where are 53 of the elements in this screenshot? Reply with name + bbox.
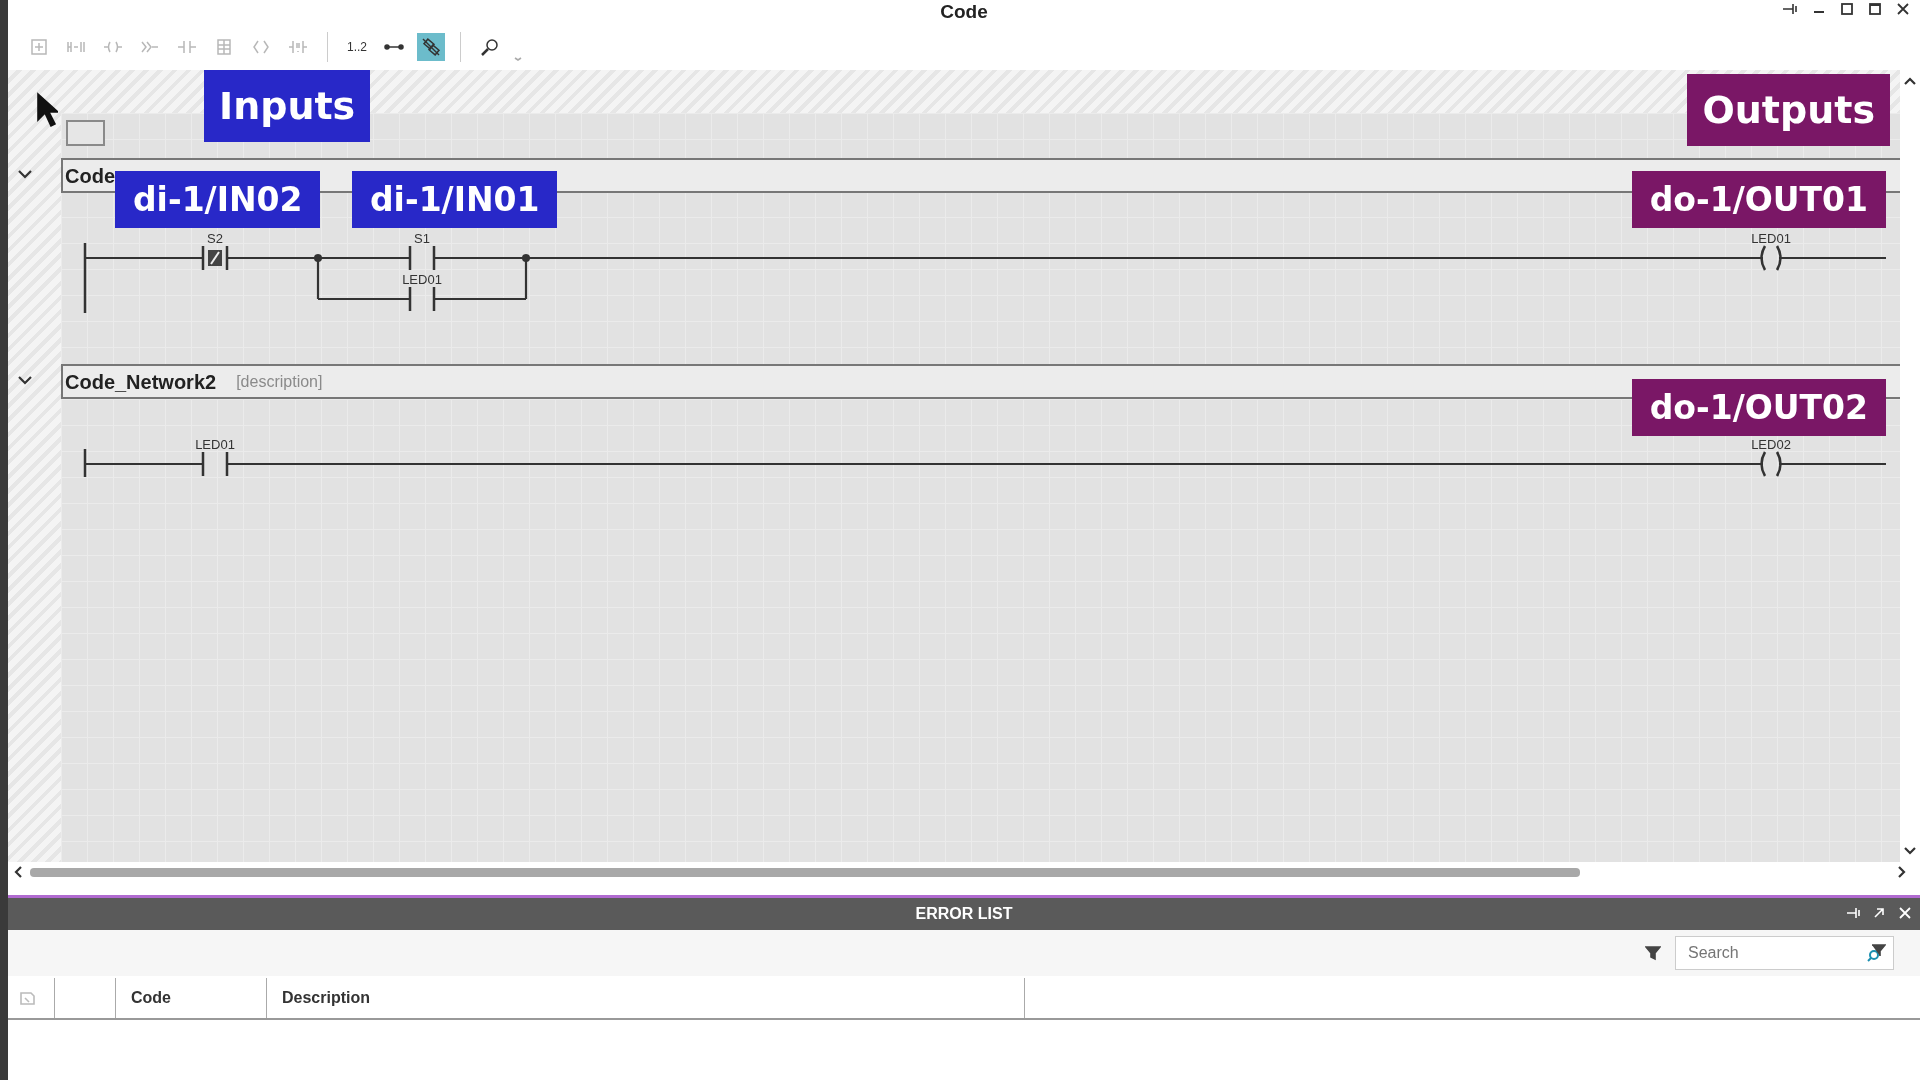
mouse-cursor-icon bbox=[36, 92, 58, 128]
diagonal-tool-button[interactable] bbox=[417, 33, 445, 61]
close-icon[interactable] bbox=[1896, 2, 1910, 16]
normally-open-contact[interactable] bbox=[201, 450, 229, 478]
collapse-chevron-icon[interactable] bbox=[17, 374, 33, 386]
scroll-left-icon[interactable] bbox=[14, 865, 24, 879]
scroll-down-icon[interactable] bbox=[1903, 846, 1917, 856]
filter-icon[interactable] bbox=[1645, 945, 1661, 961]
error-type-icon bbox=[18, 989, 36, 1007]
window-title: Code bbox=[940, 0, 988, 24]
element-label: LED01 bbox=[195, 437, 235, 452]
search-filter-icon[interactable] bbox=[1866, 943, 1886, 963]
section-label: Outputs bbox=[1687, 74, 1890, 146]
scrollbar-thumb[interactable] bbox=[30, 867, 1580, 877]
element-label: LED02 bbox=[1751, 437, 1791, 452]
network-name: Code bbox=[65, 163, 115, 189]
normally-closed-contact[interactable] bbox=[201, 244, 229, 272]
coil-symbol[interactable] bbox=[1760, 244, 1782, 272]
column-header[interactable]: Description bbox=[267, 978, 1025, 1018]
element-label: S1 bbox=[414, 231, 430, 246]
selection-box[interactable] bbox=[66, 120, 105, 146]
power-rail bbox=[83, 449, 87, 477]
float-icon[interactable] bbox=[1872, 906, 1886, 920]
address-label: do-1/OUT02 bbox=[1631, 379, 1886, 436]
maximize-icon[interactable] bbox=[1868, 2, 1882, 16]
network-name: Code_Network2 bbox=[65, 369, 217, 395]
restore-icon[interactable] bbox=[1840, 2, 1854, 16]
power-rail bbox=[83, 243, 87, 313]
junction-dot bbox=[522, 254, 530, 262]
search-field[interactable]: Search bbox=[1675, 936, 1894, 970]
element-label: LED01 bbox=[1751, 231, 1791, 246]
column-header[interactable]: Code bbox=[116, 978, 267, 1018]
numbering-button[interactable]: 1..2 bbox=[343, 33, 371, 61]
diagonal-tool-icon bbox=[421, 37, 441, 57]
search-icon bbox=[480, 37, 500, 57]
address-label: do-1/OUT01 bbox=[1631, 171, 1886, 228]
address-label: di-1/IN02 bbox=[115, 171, 321, 228]
section-label: Inputs bbox=[204, 70, 371, 142]
address-label: di-1/IN01 bbox=[352, 171, 558, 228]
scroll-right-icon[interactable] bbox=[1896, 865, 1906, 879]
add-block-icon bbox=[29, 37, 49, 57]
normally-open-contact[interactable] bbox=[408, 244, 436, 272]
junction-dot bbox=[314, 254, 322, 262]
grid-block-icon bbox=[214, 37, 234, 57]
panel-title: ERROR LIST bbox=[915, 904, 1013, 924]
element-label: S2 bbox=[207, 231, 223, 246]
network-description: [description] bbox=[236, 371, 323, 392]
element-label: LED01 bbox=[402, 272, 442, 287]
collapse-chevron-icon[interactable] bbox=[17, 168, 33, 180]
scroll-up-icon[interactable] bbox=[1903, 76, 1917, 86]
coil-symbol[interactable] bbox=[1760, 450, 1782, 478]
pin-icon[interactable] bbox=[1782, 2, 1798, 16]
normally-open-contact[interactable] bbox=[408, 285, 436, 313]
